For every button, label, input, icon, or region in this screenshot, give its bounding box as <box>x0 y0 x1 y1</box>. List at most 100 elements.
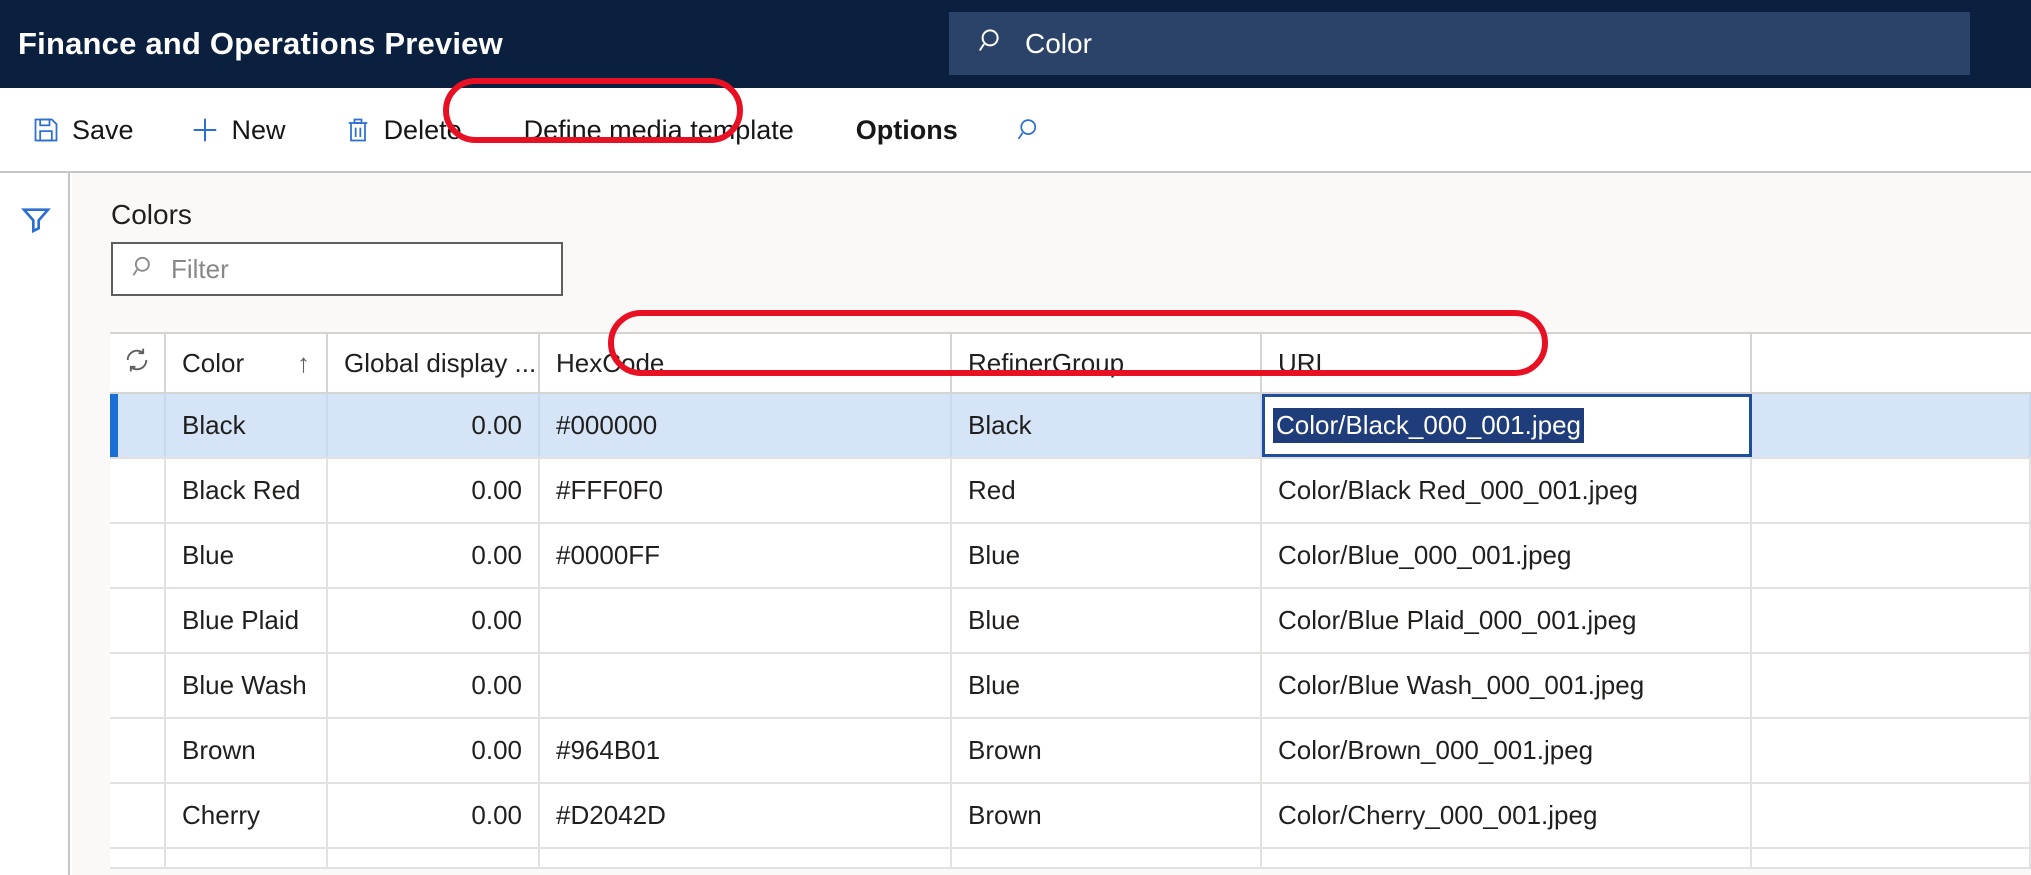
table-row[interactable] <box>110 849 2031 869</box>
cell-color[interactable] <box>166 849 328 867</box>
cell-global-display[interactable]: 0.00 <box>328 784 540 847</box>
column-header-hexcode-label: HexCode <box>556 347 665 378</box>
cell-color[interactable]: Black Red <box>166 459 328 522</box>
cell-color[interactable]: Blue Wash <box>166 654 328 717</box>
action-bar: Save New Delete Define media template Op… <box>0 88 2031 172</box>
trash-icon <box>344 116 372 144</box>
save-button[interactable]: Save <box>14 88 152 172</box>
save-icon <box>32 116 60 144</box>
cell-url[interactable] <box>1262 849 1752 867</box>
cell-refinergroup[interactable] <box>952 849 1262 867</box>
column-header-url-label: URL <box>1278 347 1331 378</box>
search-icon <box>977 26 1007 61</box>
cell-url[interactable]: Color/Blue Plaid_000_001.jpeg <box>1262 589 1752 652</box>
column-header-global-display[interactable]: Global display ... <box>328 334 540 392</box>
cell-color[interactable]: Blue Plaid <box>166 589 328 652</box>
cell-filler <box>1752 589 2031 652</box>
row-selection-indicator <box>110 524 166 587</box>
cell-refinergroup[interactable]: Brown <box>952 784 1262 847</box>
cell-color[interactable]: Blue <box>166 524 328 587</box>
funnel-icon[interactable] <box>20 203 52 240</box>
row-selection-indicator <box>110 849 166 867</box>
cell-url[interactable]: Color/Blue_000_001.jpeg <box>1262 524 1752 587</box>
cell-global-display[interactable]: 0.00 <box>328 589 540 652</box>
filter-input[interactable]: Filter <box>111 242 563 296</box>
cell-hexcode[interactable]: #0000FF <box>540 524 952 587</box>
cell-hexcode[interactable] <box>540 849 952 867</box>
refresh-icon <box>123 346 151 381</box>
cell-url[interactable]: Color/Cherry_000_001.jpeg <box>1262 784 1752 847</box>
column-header-filler <box>1752 334 2031 392</box>
cell-url[interactable]: Color/Black Red_000_001.jpeg <box>1262 459 1752 522</box>
row-selection-indicator <box>110 784 166 847</box>
table-row[interactable]: Blue Plaid 0.00 Blue Color/Blue Plaid_00… <box>110 589 2031 654</box>
cell-refinergroup[interactable]: Black <box>952 394 1262 457</box>
cell-refinergroup[interactable]: Brown <box>952 719 1262 782</box>
delete-button[interactable]: Delete <box>326 88 480 172</box>
cell-global-display[interactable]: 0.00 <box>328 654 540 717</box>
top-navigation-bar: Finance and Operations Preview Color <box>0 0 2031 88</box>
cell-refinergroup[interactable]: Blue <box>952 589 1262 652</box>
define-media-template-label: Define media template <box>523 114 794 145</box>
sort-ascending-icon: ↑ <box>297 347 310 378</box>
filter-placeholder: Filter <box>171 253 229 284</box>
search-icon <box>131 254 157 285</box>
grid-refresh-button[interactable] <box>110 334 166 392</box>
row-selection-indicator <box>110 459 166 522</box>
cell-global-display[interactable]: 0.00 <box>328 394 540 457</box>
cell-url-selected-text: Color/Black_000_001.jpeg <box>1273 408 1584 443</box>
cell-filler <box>1752 459 2031 522</box>
table-row[interactable]: Black Red 0.00 #FFF0F0 Red Color/Black R… <box>110 459 2031 524</box>
row-selection-indicator <box>110 719 166 782</box>
cell-filler <box>1752 849 2031 867</box>
cell-hexcode[interactable]: #964B01 <box>540 719 952 782</box>
cell-url[interactable]: Color/Brown_000_001.jpeg <box>1262 719 1752 782</box>
row-selection-indicator <box>110 589 166 652</box>
page-title: Colors <box>111 199 192 230</box>
filter-pane-rail <box>0 173 70 875</box>
find-button[interactable] <box>998 88 1074 172</box>
cell-refinergroup[interactable]: Blue <box>952 654 1262 717</box>
column-header-refinergroup[interactable]: RefinerGroup <box>952 334 1262 392</box>
table-row[interactable]: Blue Wash 0.00 Blue Color/Blue Wash_000_… <box>110 654 2031 719</box>
cell-filler <box>1752 524 2031 587</box>
cell-global-display[interactable]: 0.00 <box>328 719 540 782</box>
cell-url-editing[interactable]: Color/Black_000_001.jpeg <box>1262 394 1752 457</box>
cell-global-display[interactable]: 0.00 <box>328 459 540 522</box>
define-media-template-button[interactable]: Define media template <box>506 88 812 172</box>
column-header-hexcode[interactable]: HexCode <box>540 334 952 392</box>
new-label: New <box>231 114 286 145</box>
delete-label: Delete <box>383 114 462 145</box>
cell-hexcode[interactable]: #D2042D <box>540 784 952 847</box>
cell-color[interactable]: Black <box>166 394 328 457</box>
cell-global-display[interactable] <box>328 849 540 867</box>
cell-color[interactable]: Cherry <box>166 784 328 847</box>
global-search-box[interactable]: Color <box>949 12 1970 75</box>
cell-hexcode[interactable] <box>540 589 952 652</box>
search-icon <box>1016 116 1044 144</box>
cell-hexcode[interactable] <box>540 654 952 717</box>
column-header-url[interactable]: URL <box>1262 334 1752 392</box>
cell-refinergroup[interactable]: Blue <box>952 524 1262 587</box>
cell-hexcode[interactable]: #FFF0F0 <box>540 459 952 522</box>
table-row[interactable]: Blue 0.00 #0000FF Blue Color/Blue_000_00… <box>110 524 2031 589</box>
cell-global-display[interactable]: 0.00 <box>328 524 540 587</box>
cell-color[interactable]: Brown <box>166 719 328 782</box>
column-header-color[interactable]: Color ↑ <box>166 334 328 392</box>
cell-refinergroup[interactable]: Red <box>952 459 1262 522</box>
table-row[interactable]: Brown 0.00 #964B01 Brown Color/Brown_000… <box>110 719 2031 784</box>
options-button[interactable]: Options <box>838 88 976 172</box>
table-row[interactable]: Black 0.00 #000000 Black Color/Black_000… <box>110 394 2031 459</box>
cell-filler <box>1752 654 2031 717</box>
cell-filler <box>1752 394 2031 457</box>
cell-filler <box>1752 719 2031 782</box>
table-row[interactable]: Cherry 0.00 #D2042D Brown Color/Cherry_0… <box>110 784 2031 849</box>
row-selection-indicator <box>110 654 166 717</box>
new-button[interactable]: New <box>172 88 304 172</box>
colors-grid: Color ↑ Global display ... HexCode Refin… <box>110 332 2031 869</box>
column-header-refinergroup-label: RefinerGroup <box>968 347 1125 378</box>
app-title: Finance and Operations Preview <box>18 26 503 61</box>
cell-hexcode[interactable]: #000000 <box>540 394 952 457</box>
cell-url[interactable]: Color/Blue Wash_000_001.jpeg <box>1262 654 1752 717</box>
main-content: Colors Filter Color ↑ Global display ...… <box>72 173 2031 875</box>
